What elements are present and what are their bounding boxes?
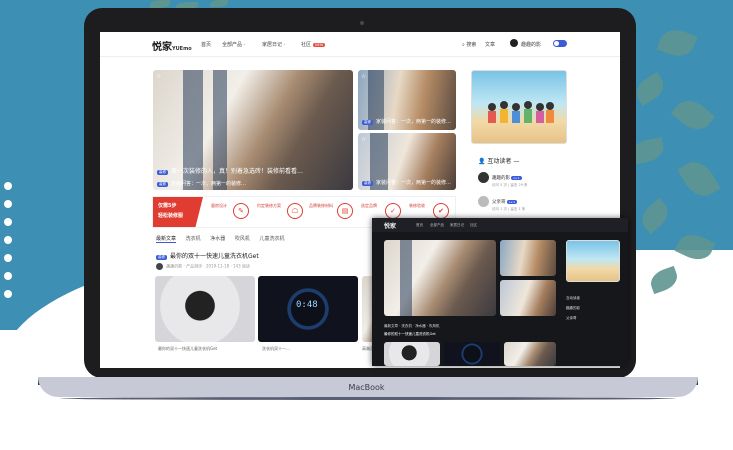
side-post-caption-1: 装修 家装问答：一次，两第一的装修… xyxy=(362,119,452,125)
star-icon: ☆ xyxy=(361,136,367,143)
level-badge: Lv.1 xyxy=(506,200,518,204)
promo-step-2[interactable]: 约定装修方案 xyxy=(257,203,281,209)
tab-purifier[interactable]: 净水器 xyxy=(210,236,225,242)
dark-nav-item: 社区 xyxy=(470,223,477,227)
dark-post-image-3 xyxy=(504,342,556,366)
user-avatar[interactable] xyxy=(510,39,518,47)
level-badge: Lv.1 xyxy=(511,176,522,180)
dark-nav-item: 家居日记 xyxy=(450,223,464,227)
promo-line-2: 轻松装修服 xyxy=(158,213,184,219)
dark-side-image-2 xyxy=(500,280,556,316)
featured-sub-caption: 装修 家装问答：一次，两第一的装修… xyxy=(157,181,247,187)
promo-step-1[interactable]: 量房设计 xyxy=(211,203,227,209)
dark-tabs: 最新文章 · 洗衣机 · 净水器 · 吹风机 xyxy=(384,324,440,328)
dark-post-title: 最你的双十一快速儿童洗衣机Get xyxy=(384,332,436,336)
dark-reader-1: 趣趣的影 xyxy=(566,306,580,310)
dial-display: 0:48 xyxy=(296,300,318,310)
sidebar-banner-image[interactable] xyxy=(471,70,567,144)
promo-step-5[interactable]: 装修验收 xyxy=(409,203,425,209)
plan-icon: ☖ xyxy=(287,203,303,219)
avatar xyxy=(156,263,163,270)
reader-item[interactable]: 父亲哥 Lv.1 访问 1 次 | 留言 1 条 xyxy=(478,196,525,212)
side-post-image-1[interactable]: ☆ 装修 家装问答：一次，两第一的装修… xyxy=(358,70,456,130)
nav-item-products[interactable]: 全部产品 · xyxy=(222,41,245,48)
tab-washer[interactable]: 洗衣机 xyxy=(186,236,201,242)
articles-link[interactable]: 文章 xyxy=(485,41,495,48)
promo-badge: 仅需5步 轻松装修服 xyxy=(153,197,203,227)
dark-navigation: 悦家 首页 全部产品 家居日记 社区 xyxy=(372,218,628,232)
post-image-dial[interactable]: 0:48 xyxy=(258,276,358,342)
post-excerpt-1: 最你的双十一快速儿童洗衣机Get xyxy=(158,346,218,351)
cartoon-people-illustration xyxy=(488,101,554,123)
nav-item-community[interactable]: 社区 NEW xyxy=(301,41,326,48)
tab-dryer[interactable]: 吹风机 xyxy=(235,236,250,242)
promo-step-3[interactable]: 品牌装修材料 xyxy=(309,203,333,209)
dark-side-image-1 xyxy=(500,240,556,276)
site-logo[interactable]: 悦家YUEmo xyxy=(152,38,192,53)
measure-icon: ✎ xyxy=(233,203,249,219)
dark-mode-preview: 悦家 首页 全部产品 家居日记 社区 最新文章 · 洗衣机 · 净水器 · 吹风… xyxy=(372,218,628,366)
star-icon: ☆ xyxy=(156,73,162,80)
plant-decoration-right xyxy=(620,20,733,340)
dark-reader-2: 父亲哥 xyxy=(566,316,577,320)
camera-icon xyxy=(360,21,364,25)
post-title[interactable]: 装修 最你的双十一快速儿童洗衣机Get xyxy=(156,251,259,260)
dark-nav-item: 全部产品 xyxy=(430,223,444,227)
dark-featured-image xyxy=(384,240,496,316)
promo-step-4[interactable]: 选定品牌 xyxy=(361,203,377,209)
avatar xyxy=(478,172,489,183)
side-post-image-2[interactable]: ☆ 装修 家装问答：一次，两第一的装修… xyxy=(358,133,456,190)
user-name[interactable]: 趣趣的影 xyxy=(521,41,541,48)
material-icon: ▤ xyxy=(337,203,353,219)
tab-latest[interactable]: 最新文章 xyxy=(156,236,177,243)
avatar xyxy=(478,196,489,207)
promo-line-1: 仅需5步 xyxy=(158,203,177,209)
decorative-dots xyxy=(4,182,12,308)
sidebar-title: 👤 互动读者 — xyxy=(478,158,520,165)
featured-caption: 装修 第一次装修的人，真！别着急选砖！装修前看看… xyxy=(157,168,304,175)
dark-mode-toggle[interactable] xyxy=(553,40,567,47)
dark-banner-image xyxy=(566,240,620,282)
reader-item[interactable]: 趣趣的影 Lv.1 访问 5 次 | 留言 29 条 xyxy=(478,172,528,188)
search-link[interactable]: ⌕ 搜索 xyxy=(462,41,476,48)
star-icon: ☆ xyxy=(361,73,367,80)
dark-logo: 悦家 xyxy=(384,223,397,230)
nav-item-diary[interactable]: 家居日记 · xyxy=(262,41,285,48)
featured-post-image[interactable]: ☆ 装修 第一次装修的人，真！别着急选砖！装修前看看… 装修 家装问答：一次，两第一… xyxy=(153,70,353,190)
nav-item-home[interactable]: 首页 xyxy=(201,41,211,48)
dark-post-image-1 xyxy=(384,342,440,366)
post-tabs: 最新文章 洗衣机 净水器 吹风机 儿童洗衣机 xyxy=(156,235,292,243)
tab-kids-washer[interactable]: 儿童洗衣机 xyxy=(259,236,284,242)
new-badge: NEW xyxy=(313,43,326,47)
background-bottom xyxy=(0,395,733,439)
laptop-shadow xyxy=(60,397,676,400)
post-meta: 趣趣的影 · 产品测评 · 2019-11-18 · 143 阅读 xyxy=(156,263,250,270)
side-post-caption-2: 装修 家装问答：一次，两第一的装修… xyxy=(362,180,452,186)
accept-icon: ✔ xyxy=(433,203,449,219)
brand-icon: ✓ xyxy=(385,203,401,219)
top-navigation: 悦家YUEmo 首页 全部产品 · 家居日记 · 社区 NEW ⌕ 搜索 文章 趣… xyxy=(100,32,620,57)
post-image-washer[interactable] xyxy=(155,276,255,342)
dark-nav-item: 首页 xyxy=(416,223,423,227)
post-excerpt-2: 洗衣机双十一… xyxy=(262,346,290,351)
device-label: MacBook xyxy=(348,383,385,392)
dark-sidebar-title: 互动读者 xyxy=(566,296,580,300)
dark-post-image-2 xyxy=(444,342,500,366)
